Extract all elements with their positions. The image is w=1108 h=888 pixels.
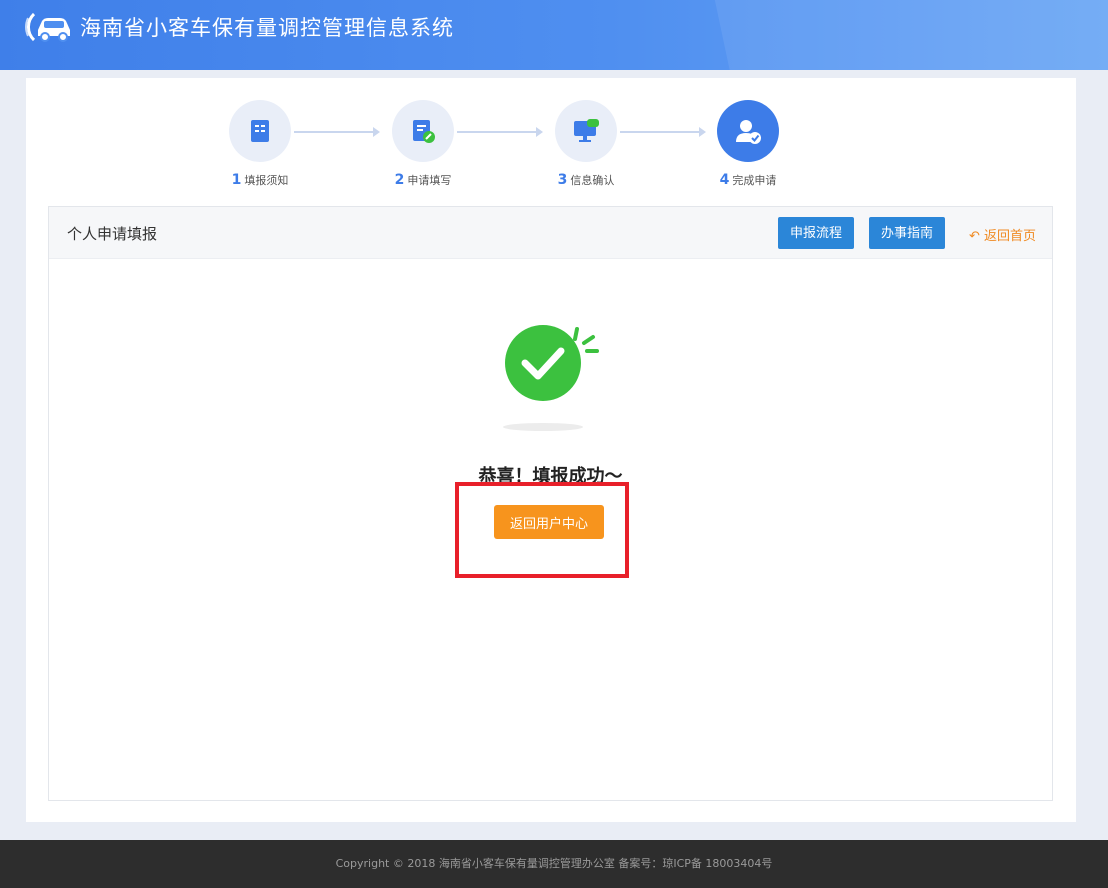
monitor-check-icon — [574, 119, 599, 142]
car-logo-icon[interactable] — [24, 6, 76, 46]
edit-form-icon — [413, 120, 435, 143]
progress-steps: 1 填报须知 2 申请填写 3 信息确认 4 完成申请 — [26, 100, 1076, 190]
step-4-circle — [717, 100, 779, 162]
step-connector — [457, 127, 543, 137]
panel-title: 个人申请填报 — [67, 225, 158, 243]
footer: Copyright © 2018 海南省小客车保有量调控管理办公室 备案号：琼I… — [0, 840, 1108, 888]
step-4: 4 完成申请 — [698, 100, 798, 188]
header: 海南省小客车保有量调控管理信息系统 — [0, 0, 1108, 70]
step-2-label: 2 申请填写 — [394, 172, 452, 188]
panel-header: 个人申请填报 申报流程 办事指南 ↶ 返回首页 — [49, 207, 1052, 259]
header-decoration — [711, 0, 1108, 70]
success-check-icon — [503, 325, 599, 431]
step-connector — [294, 127, 380, 137]
step-4-label: 4 完成申请 — [719, 172, 777, 188]
step-3-label: 3 信息确认 — [557, 172, 615, 188]
step-3: 3 信息确认 — [536, 100, 636, 188]
site-title: 海南省小客车保有量调控管理信息系统 — [80, 16, 454, 40]
user-check-icon — [736, 120, 761, 144]
step-connector — [620, 127, 706, 137]
step-1-label: 1 填报须知 — [231, 172, 289, 188]
step-1-circle — [229, 100, 291, 162]
main-card: 1 填报须知 2 申请填写 3 信息确认 4 完成申请 个人申请填报 申报流程 … — [26, 78, 1076, 822]
undo-arrow-icon: ↶ — [968, 229, 980, 244]
application-panel: 个人申请填报 申报流程 办事指南 ↶ 返回首页 恭喜！填报成功～ 返回用户中心 — [48, 206, 1053, 801]
back-home-label: 返回首页 — [983, 229, 1036, 244]
highlight-box — [455, 482, 629, 578]
step-2: 2 申请填写 — [373, 100, 473, 188]
step-1: 1 填报须知 — [210, 100, 310, 188]
process-button[interactable]: 申报流程 — [778, 217, 855, 249]
step-2-circle — [392, 100, 454, 162]
step-3-circle — [555, 100, 617, 162]
document-icon — [251, 120, 269, 142]
back-home-link[interactable]: ↶ 返回首页 — [969, 225, 1036, 244]
guide-button[interactable]: 办事指南 — [869, 217, 946, 249]
